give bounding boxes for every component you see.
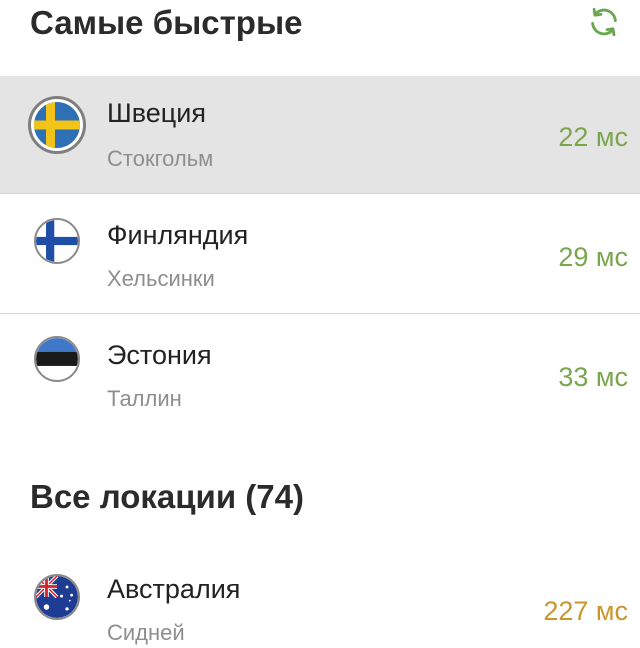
- server-ping-label: 22 мс: [558, 122, 628, 152]
- server-row-australia[interactable]: Австралия Сидней 227 мс: [0, 556, 640, 648]
- server-country-label: Австралия: [107, 574, 241, 604]
- australia-flag-icon: [34, 574, 80, 620]
- all-locations-section-title: Все локации (74): [30, 478, 304, 515]
- finland-flag-icon: [34, 218, 80, 264]
- server-city-label: Стокгольм: [107, 146, 214, 171]
- server-country-label: Швеция: [107, 98, 206, 128]
- server-city-label: Хельсинки: [107, 266, 215, 291]
- server-row-estonia[interactable]: Эстония Таллин 33 мс: [0, 316, 640, 434]
- server-row-finland[interactable]: Финляндия Хельсинки 29 мс: [0, 196, 640, 314]
- sweden-flag-icon: [28, 96, 86, 154]
- server-city-label: Сидней: [107, 620, 185, 645]
- server-ping-label: 227 мс: [543, 596, 628, 626]
- fastest-section-header: Самые быстрые: [0, 0, 640, 64]
- server-list-screen: Самые быстрые Швеция Стокгольм 22 мс Фин…: [0, 0, 640, 648]
- estonia-flag-icon: [34, 336, 80, 382]
- fastest-section-title: Самые быстрые: [30, 4, 303, 41]
- server-city-label: Таллин: [107, 386, 182, 411]
- server-row-sweden[interactable]: Швеция Стокгольм 22 мс: [0, 76, 640, 194]
- refresh-icon: [591, 7, 617, 37]
- all-locations-section-header: Все локации (74): [0, 470, 640, 534]
- server-country-label: Эстония: [107, 340, 212, 370]
- server-ping-label: 29 мс: [558, 242, 628, 272]
- server-ping-label: 33 мс: [558, 362, 628, 392]
- refresh-button[interactable]: [584, 2, 624, 42]
- server-country-label: Финляндия: [107, 220, 249, 250]
